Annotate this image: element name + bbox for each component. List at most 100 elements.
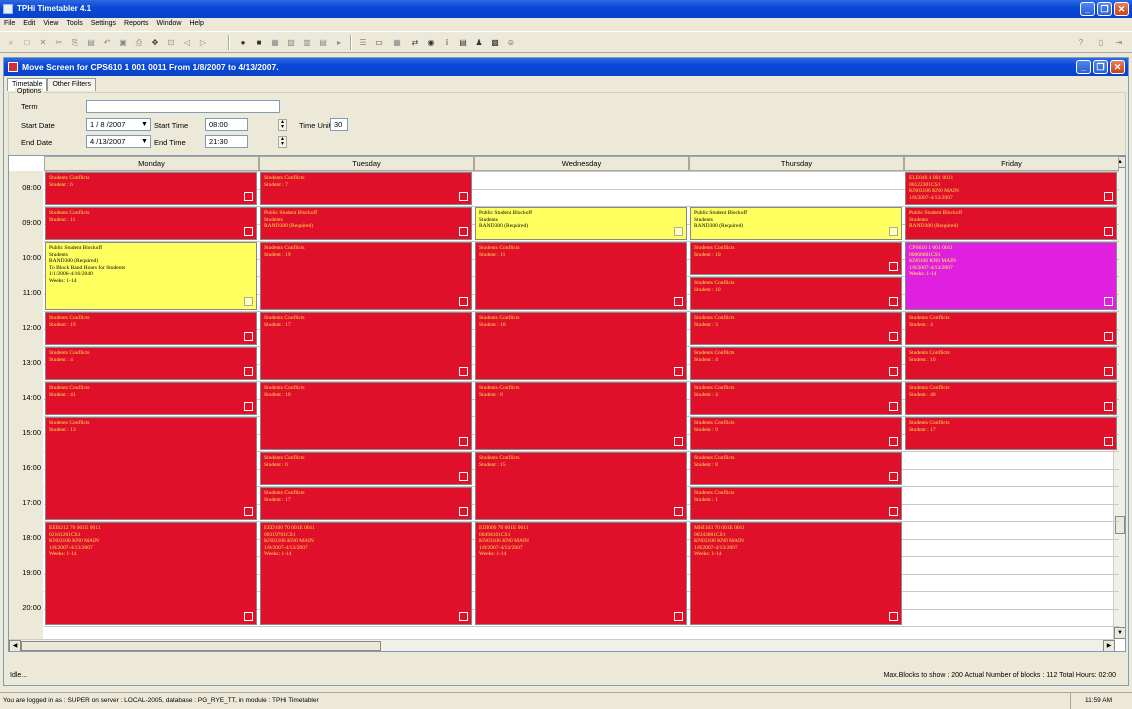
block-select-checkbox[interactable] [889,612,898,621]
timetable-block[interactable]: Public Student Blockoff Students RAND300 (… [690,207,902,240]
block-select-checkbox[interactable] [1104,297,1113,306]
timetable-block[interactable]: Students Conflicts Student : 10 [260,382,472,450]
tools-icon[interactable]: ✥ [148,36,162,49]
timetable-block[interactable]: Students Conflicts Student : 11 [45,207,257,240]
timetable-block[interactable]: Students Conflicts Student : 4 [690,382,902,415]
block-select-checkbox[interactable] [459,437,468,446]
find-icon[interactable]: ⌕ [4,36,18,49]
restore-button[interactable]: ❐ [1097,2,1112,16]
chevron-down-icon[interactable]: ▼ [139,119,150,130]
scroll-right-icon[interactable]: ▶ [1103,640,1115,651]
block-select-checkbox[interactable] [459,227,468,236]
term-input[interactable] [86,100,280,113]
undo-icon[interactable]: ↶ [100,36,114,49]
menu-settings[interactable]: Settings [91,18,116,30]
close-button[interactable]: ✕ [1114,2,1129,16]
child-minimize-button[interactable]: _ [1076,60,1091,74]
timetable-block[interactable]: Students Conflicts Student : 1 [690,487,902,520]
new-icon[interactable]: □ [20,36,34,49]
horizontal-scroll-thumb[interactable] [21,641,381,651]
block-select-checkbox[interactable] [889,227,898,236]
menu-view[interactable]: View [43,18,58,30]
menu-help[interactable]: Help [189,18,203,30]
layout-icon[interactable]: ▧ [284,36,298,49]
menu-file[interactable]: File [4,18,15,30]
timetable-block[interactable]: Students Conflicts Student : 4 [690,347,902,380]
cut-icon[interactable]: ✂ [52,36,66,49]
timetable-block[interactable]: ELE046 4 001 0011 00122301CS1 KN03106 KN0 … [905,172,1117,205]
block-select-checkbox[interactable] [889,437,898,446]
menu-edit[interactable]: Edit [23,18,35,30]
timetable-block[interactable]: Students Conflicts Student : 13 [45,417,257,520]
block-select-checkbox[interactable] [459,507,468,516]
grid-icon[interactable]: ▦ [268,36,282,49]
spinner-icon[interactable]: ▴ ▾ [278,119,287,131]
back-icon[interactable]: ◁ [180,36,194,49]
timetable-block[interactable]: EDI000 70 001E 0011 00494101CS1 KN03106 KN… [475,522,687,625]
calendar-icon[interactable]: ▦ [390,36,404,49]
timetable-block[interactable]: EED100 70 001E 0011 00319701CS1 KN03106 KN… [260,522,472,625]
block-select-checkbox[interactable] [889,367,898,376]
start-time-input[interactable]: 08:00 [205,118,248,131]
block-select-checkbox[interactable] [674,612,683,621]
end-time-input[interactable]: 21:30 [205,135,248,148]
block-select-checkbox[interactable] [244,367,253,376]
people-icon[interactable]: ♟ [472,36,486,49]
block-select-checkbox[interactable] [459,472,468,481]
block-select-checkbox[interactable] [674,297,683,306]
properties-icon[interactable]: ⊡ [164,36,178,49]
block-select-checkbox[interactable] [244,227,253,236]
scroll-thumb[interactable] [1115,516,1125,534]
block-select-checkbox[interactable] [244,192,253,201]
exit-icon[interactable]: ⇥ [1112,36,1126,49]
window-icon[interactable]: ▭ [372,36,386,49]
print-icon[interactable]: ⎙ [132,36,146,49]
tab-other-filters[interactable]: Other Filters [47,78,96,91]
time-unit-input[interactable]: 30 [330,118,348,131]
timetable-block[interactable]: Students Conflicts Student : 17 [260,312,472,380]
block-select-checkbox[interactable] [244,402,253,411]
block-select-checkbox[interactable] [889,262,898,271]
info-icon[interactable]: ⅰ [440,36,454,49]
scroll-left-icon[interactable]: ◀ [9,640,21,651]
block-select-checkbox[interactable] [244,612,253,621]
timetable-block[interactable]: Students Conflicts Student : 17 [905,417,1117,450]
block-select-checkbox[interactable] [889,402,898,411]
book-icon[interactable]: ▯ [1094,36,1108,49]
timetable-block[interactable]: MHI103 70 001E 0011 00343601CS1 KN03106 KN… [690,522,902,625]
block-select-checkbox[interactable] [459,367,468,376]
delete-icon[interactable]: ✕ [36,36,50,49]
copy-icon[interactable]: ⎘ [68,36,82,49]
timetable-block[interactable]: Students Conflicts Student : 10 [475,312,687,380]
block-select-checkbox[interactable] [1104,367,1113,376]
move-icon[interactable]: ⇄ [408,36,422,49]
index-icon[interactable]: ▩ [488,36,502,49]
spinner-icon[interactable]: ▴ ▾ [278,136,287,148]
timetable-block[interactable]: Students Conflicts Student : 10 [905,347,1117,380]
block-select-checkbox[interactable] [244,332,253,341]
timetable-block[interactable]: Students Conflicts Student : 19 [45,312,257,345]
play-icon[interactable]: ▸ [332,36,346,49]
report-icon[interactable]: ▤ [456,36,470,49]
list-icon[interactable]: ☰ [356,36,370,49]
block-select-checkbox[interactable] [889,332,898,341]
block-select-checkbox[interactable] [889,507,898,516]
block-select-checkbox[interactable] [674,437,683,446]
timetable-block[interactable]: Public Student Blockoff Students RAND300 (… [475,207,687,240]
timetable-block[interactable]: Students Conflicts Student : 8 [690,452,902,485]
block-select-checkbox[interactable] [1104,332,1113,341]
block-select-checkbox[interactable] [459,192,468,201]
forward-icon[interactable]: ▷ [196,36,210,49]
horizontal-scrollbar[interactable]: ◀ ▶ [9,639,1115,651]
schedule-icon[interactable]: ▤ [316,36,330,49]
record-icon[interactable]: ● [236,36,250,49]
timetable-block[interactable]: Students Conflicts Student : 15 [475,452,687,520]
block-select-checkbox[interactable] [244,507,253,516]
user-icon[interactable]: ☺ [504,36,518,49]
block-select-checkbox[interactable] [674,227,683,236]
paste-icon[interactable]: ▤ [84,36,98,49]
timetable-block[interactable]: Students Conflicts Student : 3 [690,312,902,345]
menu-window[interactable]: Window [157,18,182,30]
save-icon[interactable]: ▣ [116,36,130,49]
timetable-block[interactable]: Students Conflicts Student : 6 [260,452,472,485]
